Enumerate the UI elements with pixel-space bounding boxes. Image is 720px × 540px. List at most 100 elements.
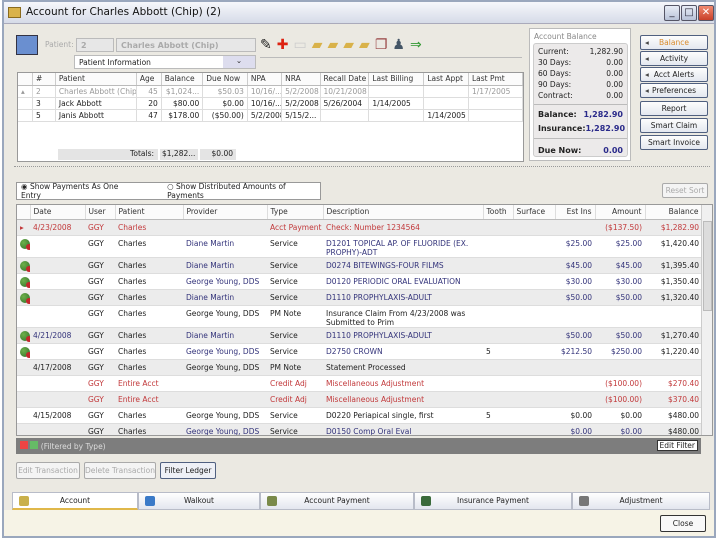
minimize-button[interactable]: _ bbox=[664, 5, 680, 21]
patient-col-header[interactable]: Last Billing bbox=[368, 73, 425, 86]
due-now-value: 0.00 bbox=[603, 145, 623, 155]
patient-col-header[interactable]: NPA bbox=[247, 73, 283, 86]
ledger-col-header[interactable]: Provider bbox=[183, 205, 268, 220]
chevron-down-icon[interactable]: ⌄ bbox=[223, 56, 255, 68]
patient-row[interactable]: ▴ 2 Charles Abbott (Chip) 45 $1,024... $50.03… bbox=[18, 85, 524, 98]
patient-col-header[interactable]: NRA bbox=[281, 73, 321, 86]
view-select[interactable]: Patient Information ⌄ bbox=[74, 55, 256, 69]
patient-row[interactable]: 5 Janis Abbott 47 $178.00 ($50.00) 5/2/2008 5/… bbox=[18, 109, 524, 122]
folder-check-icon[interactable]: ▰ bbox=[312, 37, 323, 53]
ledger-col-header[interactable]: Type bbox=[267, 205, 324, 220]
procedure-icon bbox=[20, 238, 30, 250]
folder-star-icon[interactable]: ▰ bbox=[343, 37, 354, 53]
ledger-cell bbox=[513, 305, 555, 328]
maximize-button[interactable]: □ bbox=[681, 5, 697, 21]
account-window: Account for Charles Abbott (Chip) (2) _ … bbox=[2, 0, 716, 538]
aging-line: Contract: 0.00 bbox=[534, 91, 627, 102]
patient-cell bbox=[368, 109, 425, 122]
clear-filter-icon[interactable] bbox=[20, 441, 28, 449]
tab-adjustment[interactable]: Adjustment bbox=[572, 492, 710, 510]
ledger-row[interactable]: GGY Charles George Young, DDS Service D2750 … bbox=[17, 343, 702, 360]
person-icon[interactable]: ♟ bbox=[392, 37, 405, 53]
patient-cell: $178.00 bbox=[161, 109, 204, 122]
payment-display-options: ◉ Show Payments As One Entry ○ Show Dist… bbox=[16, 182, 321, 200]
tab-account[interactable]: Account bbox=[12, 492, 138, 510]
ledger-cell bbox=[30, 375, 85, 392]
delete-transaction-button[interactable]: Delete Transaction bbox=[84, 462, 156, 479]
ledger-scrollbar[interactable] bbox=[701, 205, 712, 435]
patient-col-header[interactable]: Balance bbox=[161, 73, 204, 86]
side-button-smart-invoice[interactable]: Smart Invoice bbox=[640, 135, 708, 150]
side-button-report[interactable]: Report bbox=[640, 101, 708, 116]
aging-line: 30 Days: 0.00 bbox=[534, 58, 627, 69]
ledger-cell: Charles bbox=[115, 359, 183, 376]
ledger-row[interactable]: 4/17/2008 GGY Charles George Young, DDS PM N… bbox=[17, 359, 702, 376]
side-button-activity[interactable]: ◂ Activity bbox=[640, 51, 708, 66]
ledger-col-header[interactable]: Balance bbox=[645, 205, 703, 220]
ledger-row[interactable]: GGY Charles Diane Martin Service D1201 TOPIC… bbox=[17, 235, 702, 258]
ledger-row[interactable]: GGY Charles Diane Martin Service D1110 PROPH… bbox=[17, 289, 702, 306]
ledger-cell: GGY bbox=[85, 343, 115, 360]
patient-col-header[interactable]: Due Now bbox=[202, 73, 248, 86]
patient-row[interactable]: 3 Jack Abbott 20 $80.00 $0.00 10/16/... 5/2/20… bbox=[18, 97, 524, 110]
tab-insurance-payment[interactable]: Insurance Payment bbox=[414, 492, 572, 510]
ledger-row[interactable]: GGY Charles George Young, DDS Service D0150 … bbox=[17, 423, 702, 435]
patient-col-header[interactable]: Last Pmt bbox=[468, 73, 524, 86]
reset-sort-button[interactable]: Reset Sort bbox=[662, 183, 708, 198]
ledger-col-header[interactable]: Tooth bbox=[483, 205, 514, 220]
ledger-row[interactable]: ▸ 4/23/2008 GGY Charles Acct Payment Check: N… bbox=[17, 219, 702, 236]
scroll-thumb[interactable] bbox=[703, 221, 712, 311]
tab-walkout[interactable]: Walkout bbox=[138, 492, 260, 510]
tab-account-payment[interactable]: Account Payment bbox=[260, 492, 414, 510]
folder-new-icon[interactable]: ▰ bbox=[327, 37, 338, 53]
close-window-button[interactable]: ✕ bbox=[698, 5, 714, 21]
ledger-cell bbox=[555, 391, 595, 408]
ledger-row[interactable]: GGY Charles Diane Martin Service D0274 BITEW… bbox=[17, 257, 702, 274]
ledger-cell: $480.00 bbox=[645, 407, 702, 424]
filter-ledger-button[interactable]: Filter Ledger bbox=[160, 462, 216, 479]
side-button-balance[interactable]: ◂ Balance bbox=[640, 35, 708, 50]
edit-patient-icon[interactable]: ✎ bbox=[260, 37, 272, 53]
ledger-cell: Diane Martin bbox=[183, 257, 267, 274]
folder-icon[interactable]: ▰ bbox=[359, 37, 370, 53]
side-button-smart-claim[interactable]: Smart Claim bbox=[640, 118, 708, 133]
ledger-col-header[interactable]: Date bbox=[30, 205, 86, 220]
ledger-col-header[interactable]: Patient bbox=[115, 205, 184, 220]
patient-col-header[interactable]: Last Appt bbox=[423, 73, 469, 86]
aging-value: 0.00 bbox=[606, 91, 623, 100]
radio-one-entry[interactable]: ◉ Show Payments As One Entry bbox=[21, 182, 137, 200]
tab-icon bbox=[579, 496, 589, 506]
ledger-row[interactable]: 4/15/2008 GGY Charles George Young, DDS Serv… bbox=[17, 407, 702, 424]
ledger-col-header[interactable]: Amount bbox=[595, 205, 646, 220]
ledger-row[interactable]: GGY Charles George Young, DDS Service D0120 … bbox=[17, 273, 702, 290]
ledger-row[interactable]: GGY Entire Acct Credit Adj Miscellaneous Ad… bbox=[17, 375, 702, 392]
row-indicator bbox=[17, 359, 30, 376]
document-icon[interactable]: ❐ bbox=[375, 37, 388, 53]
ledger-row[interactable]: GGY Charles George Young, DDS PM Note Insura… bbox=[17, 305, 702, 328]
medical-alert-icon[interactable]: ✚ bbox=[277, 37, 289, 53]
ledger-row[interactable]: 4/21/2008 GGY Charles Diane Martin Service D1… bbox=[17, 327, 702, 344]
patient-col-header[interactable]: Recall Date bbox=[320, 73, 370, 86]
transfer-icon[interactable]: ⇒ bbox=[410, 37, 422, 53]
ledger-col-header[interactable]: Surface bbox=[513, 205, 556, 220]
edit-transaction-button[interactable]: Edit Transaction bbox=[16, 462, 80, 479]
patient-cell: $50.03 bbox=[202, 85, 248, 98]
edit-filter-button[interactable]: Edit Filter bbox=[656, 440, 698, 451]
filter-checkbox[interactable] bbox=[30, 441, 39, 449]
ledger-cell: George Young, DDS bbox=[183, 359, 267, 376]
ledger-cell: $0.00 bbox=[555, 423, 595, 435]
side-button-preferences[interactable]: ◂ Preferences bbox=[640, 83, 708, 98]
arrow-icon: ◂ bbox=[645, 70, 649, 79]
ledger-row[interactable]: GGY Entire Acct Credit Adj Miscellaneous Ad… bbox=[17, 391, 702, 408]
patient-col-header[interactable]: Age bbox=[136, 73, 162, 86]
patient-col-header[interactable]: # bbox=[32, 73, 56, 86]
close-button[interactable]: Close bbox=[660, 515, 706, 532]
ledger-col-header[interactable]: User bbox=[85, 205, 116, 220]
card-icon[interactable]: ▭ bbox=[293, 37, 306, 53]
radio-distributed[interactable]: ○ Show Distributed Amounts of Payments bbox=[167, 182, 320, 200]
patient-cell: 10/21/2008 bbox=[320, 85, 370, 98]
patient-col-header[interactable]: Patient bbox=[55, 73, 137, 86]
side-button-acct-alerts[interactable]: ◂ Acct Alerts bbox=[640, 67, 708, 82]
ledger-col-header[interactable]: Est Ins bbox=[555, 205, 596, 220]
ledger-col-header[interactable]: Description bbox=[323, 205, 484, 220]
